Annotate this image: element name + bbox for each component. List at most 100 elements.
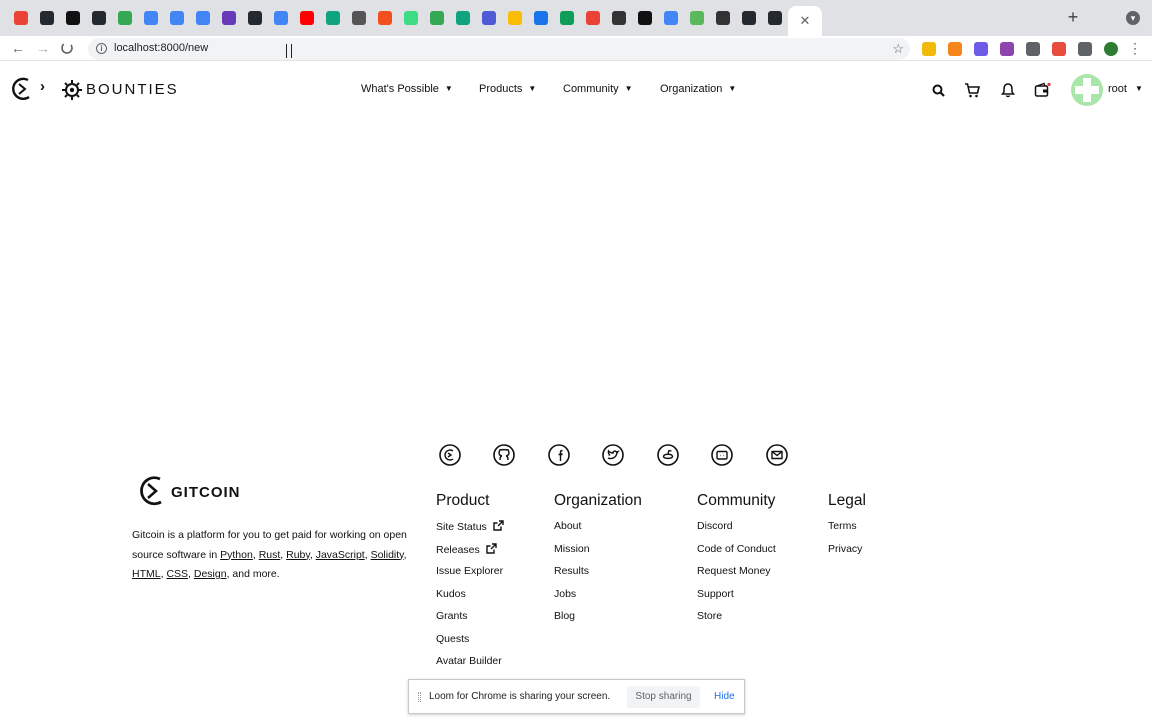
nav-whats-possible[interactable]: What's Possible ▼	[361, 83, 453, 95]
bookmark-star-icon[interactable]: ☆	[892, 41, 904, 57]
browser-tab[interactable]	[8, 4, 34, 32]
user-name[interactable]: root	[1108, 83, 1127, 95]
discord-icon[interactable]	[710, 443, 734, 467]
extensions-puzzle-icon[interactable]	[1078, 42, 1092, 56]
browser-tab[interactable]	[528, 4, 554, 32]
browser-tab[interactable]	[736, 4, 762, 32]
stop-sharing-button[interactable]: Stop sharing	[627, 686, 700, 708]
browser-tab[interactable]	[424, 4, 450, 32]
extension-icon[interactable]	[1026, 42, 1040, 56]
link-rust[interactable]: Rust	[259, 549, 281, 561]
browser-tab[interactable]	[34, 4, 60, 32]
footer-link[interactable]: Privacy	[828, 543, 862, 555]
browser-tab[interactable]	[554, 4, 580, 32]
cart-icon[interactable]	[962, 80, 982, 100]
gitcoin-home-icon[interactable]	[10, 76, 34, 102]
browser-tab[interactable]	[502, 4, 528, 32]
footer-link[interactable]: Releases	[436, 542, 497, 557]
address-bar[interactable]: i localhost:8000/new ☆	[88, 38, 910, 60]
browser-tab[interactable]	[580, 4, 606, 32]
bounties-logo-icon[interactable]	[61, 79, 83, 101]
footer-link[interactable]: Site Status	[436, 520, 504, 534]
extension-icon[interactable]	[1104, 42, 1118, 56]
link-css[interactable]: CSS	[166, 568, 188, 580]
footer-link[interactable]: Kudos	[436, 588, 466, 600]
browser-tab[interactable]	[242, 4, 268, 32]
footer-link[interactable]: Blog	[554, 610, 575, 622]
browser-tab[interactable]	[320, 4, 346, 32]
browser-tab[interactable]	[112, 4, 138, 32]
browser-tab[interactable]	[294, 4, 320, 32]
gitcoin-icon[interactable]	[438, 443, 462, 467]
footer-link[interactable]: Avatar Builder	[436, 655, 502, 667]
footer-link[interactable]: Store	[697, 610, 722, 622]
browser-tab[interactable]	[268, 4, 294, 32]
footer-link[interactable]: Issue Explorer	[436, 565, 503, 577]
search-icon[interactable]	[928, 80, 948, 100]
twitter-icon[interactable]	[601, 443, 625, 467]
browser-tab[interactable]	[632, 4, 658, 32]
link-javascript[interactable]: JavaScript	[316, 549, 365, 561]
browser-tab[interactable]	[60, 4, 86, 32]
email-icon[interactable]	[765, 443, 789, 467]
browser-tab[interactable]	[710, 4, 736, 32]
extension-icon[interactable]	[948, 42, 962, 56]
active-tab-close-icon[interactable]: ✕	[788, 6, 822, 36]
extension-icon[interactable]	[1000, 42, 1014, 56]
link-solidity[interactable]: Solidity	[371, 549, 404, 561]
footer-link[interactable]: About	[554, 520, 581, 532]
github-icon[interactable]	[492, 443, 516, 467]
avatar[interactable]	[1071, 74, 1103, 106]
footer-link[interactable]: Results	[554, 565, 589, 577]
chevron-down-icon[interactable]: ▼	[1135, 84, 1143, 93]
extension-icon[interactable]	[922, 42, 936, 56]
hide-button[interactable]: Hide	[714, 691, 735, 702]
gitcoin-logo-icon[interactable]	[138, 474, 168, 508]
browser-tab[interactable]	[476, 4, 502, 32]
facebook-icon[interactable]	[547, 443, 571, 467]
footer-link[interactable]: Code of Conduct	[697, 543, 776, 555]
link-python[interactable]: Python	[220, 549, 253, 561]
link-ruby[interactable]: Ruby	[286, 549, 310, 561]
nav-products[interactable]: Products ▼	[479, 83, 536, 95]
browser-tab[interactable]	[190, 4, 216, 32]
browser-tab[interactable]	[216, 4, 242, 32]
url-text[interactable]: localhost:8000/new	[114, 42, 208, 54]
nav-organization[interactable]: Organization ▼	[660, 83, 736, 95]
back-icon[interactable]: ←	[9, 39, 27, 57]
browser-tab[interactable]	[450, 4, 476, 32]
browser-tab[interactable]	[658, 4, 684, 32]
footer-link[interactable]: Quests	[436, 633, 469, 645]
browser-tab[interactable]	[684, 4, 710, 32]
stop-loading-icon[interactable]	[58, 39, 76, 57]
link-design[interactable]: Design	[194, 568, 227, 580]
footer-link[interactable]: Jobs	[554, 588, 576, 600]
site-info-icon[interactable]: i	[96, 43, 107, 54]
browser-tab[interactable]	[86, 4, 112, 32]
browser-tab[interactable]	[346, 4, 372, 32]
nav-community[interactable]: Community ▼	[563, 83, 633, 95]
browser-tab[interactable]	[606, 4, 632, 32]
footer-link[interactable]: Request Money	[697, 565, 771, 577]
browser-menu-icon[interactable]: ⋮	[1126, 39, 1144, 57]
browser-tab[interactable]	[164, 4, 190, 32]
tab-search-icon[interactable]: ▾	[1126, 11, 1140, 25]
extension-icon[interactable]	[1052, 42, 1066, 56]
link-html[interactable]: HTML	[132, 568, 161, 580]
drag-handle-icon[interactable]	[418, 692, 421, 702]
footer-link[interactable]: Terms	[828, 520, 857, 532]
footer-link[interactable]: Discord	[697, 520, 733, 532]
browser-tab[interactable]	[398, 4, 424, 32]
wallet-icon[interactable]	[1032, 80, 1052, 100]
reddit-icon[interactable]	[656, 443, 680, 467]
forward-icon[interactable]: →	[34, 39, 52, 57]
browser-tab[interactable]	[372, 4, 398, 32]
footer-link[interactable]: Grants	[436, 610, 468, 622]
footer-link[interactable]: Support	[697, 588, 734, 600]
new-tab-button[interactable]: +	[1064, 8, 1082, 26]
bounties-brand[interactable]: BOUNTIES	[86, 81, 179, 98]
extension-icon[interactable]	[974, 42, 988, 56]
browser-tab[interactable]	[138, 4, 164, 32]
footer-link[interactable]: Mission	[554, 543, 590, 555]
bell-icon[interactable]	[998, 80, 1018, 100]
